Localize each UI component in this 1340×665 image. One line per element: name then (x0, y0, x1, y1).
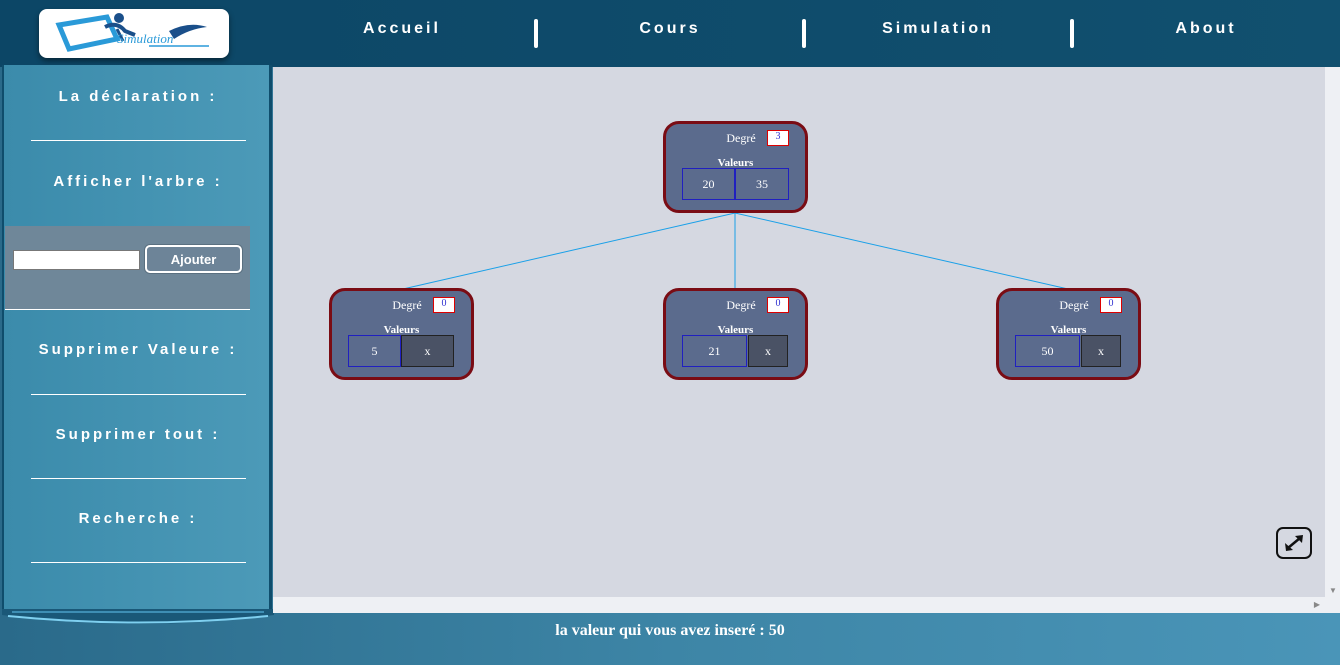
node-empty-cell: x (1081, 335, 1121, 367)
degre-label: Degré (726, 298, 756, 312)
tree-canvas[interactable]: Degré 3 Valeurs 20 35 Degré 0 Valeurs 5 … (273, 67, 1340, 613)
fullscreen-button[interactable] (1276, 527, 1312, 559)
nav-accueil[interactable]: Accueil (292, 20, 512, 40)
vertical-scrollbar[interactable]: ▼ (1325, 67, 1340, 597)
divider (5, 309, 250, 310)
node-value-cell: 5 (348, 335, 401, 367)
node-value-cell: 21 (682, 335, 747, 367)
degre-value: 0 (1100, 297, 1122, 313)
scroll-down-arrow-icon[interactable]: ▼ (1329, 587, 1337, 595)
tree-node-child[interactable]: Degré 0 Valeurs 21 x (663, 288, 808, 380)
supprimer-tout-link[interactable]: Supprimer tout : (4, 426, 272, 443)
afficher-arbre-link[interactable]: Afficher l'arbre : (4, 173, 272, 190)
tree-node-child[interactable]: Degré 0 Valeurs 5 x (329, 288, 474, 380)
degre-value: 0 (767, 297, 789, 313)
tree-edge (734, 212, 1069, 290)
sidebar: La déclaration : Afficher l'arbre : Ajou… (2, 65, 272, 610)
degre-label: Degré (726, 131, 756, 145)
nav-separator (802, 19, 806, 48)
logo-graphic: Simulation (55, 13, 209, 52)
divider (31, 562, 246, 563)
divider (31, 478, 246, 479)
expand-arrows-icon (1285, 535, 1303, 551)
logo-text: Simulation (117, 31, 173, 46)
scroll-right-arrow-icon[interactable]: ▶ (1314, 601, 1320, 609)
recherche-link[interactable]: Recherche : (4, 510, 272, 527)
node-empty-cell: x (748, 335, 788, 367)
add-value-panel: Ajouter (5, 226, 250, 309)
declaration-link[interactable]: La déclaration : (4, 88, 272, 105)
header: Simulation Accueil Cours Simulation Abou… (0, 0, 1340, 67)
divider (31, 394, 246, 395)
add-button[interactable]: Ajouter (145, 245, 242, 273)
node-value-cell: 35 (735, 168, 789, 200)
nav-separator (534, 19, 538, 48)
node-empty-cell: x (401, 335, 454, 367)
tree-node-child[interactable]: Degré 0 Valeurs 50 x (996, 288, 1141, 380)
tree-node-root[interactable]: Degré 3 Valeurs 20 35 (663, 121, 808, 213)
nav-separator (1070, 19, 1074, 48)
degre-value: 3 (767, 130, 789, 146)
degre-label: Degré (1059, 298, 1089, 312)
nav-simulation[interactable]: Simulation (828, 20, 1048, 40)
logo[interactable]: Simulation (39, 9, 229, 58)
degre-value: 0 (433, 297, 455, 313)
horizontal-scrollbar[interactable]: ▶ (273, 597, 1340, 613)
status-message: la valeur qui vous avez inseré : 50 (555, 622, 785, 639)
nav-about[interactable]: About (1096, 20, 1316, 40)
divider (31, 140, 246, 141)
supprimer-valeur-link[interactable]: Supprimer Valeure : (4, 341, 272, 358)
nav-cours[interactable]: Cours (560, 20, 780, 40)
node-value-cell: 50 (1015, 335, 1080, 367)
add-value-input[interactable] (13, 250, 140, 270)
tree-edge (402, 212, 736, 290)
degre-label: Degré (392, 298, 422, 312)
node-value-cell: 20 (682, 168, 735, 200)
